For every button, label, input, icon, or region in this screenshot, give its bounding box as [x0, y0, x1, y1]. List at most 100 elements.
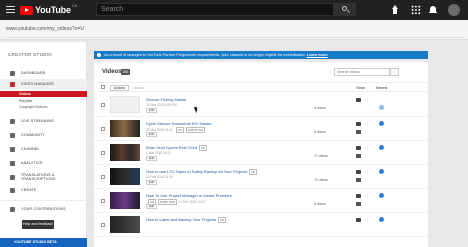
video-title[interactable]: Simcoe Fishing Master: [146, 97, 187, 102]
likes-icon: [356, 202, 361, 206]
avatar[interactable]: [448, 4, 460, 16]
edit-button[interactable]: Edit: [146, 180, 158, 185]
video-title-text[interactable]: How To Use Project Manager in Adobe Prem…: [146, 193, 232, 198]
row-checkbox[interactable]: [101, 223, 105, 227]
table-row[interactable]: Simcoe Fishing Master 23 Mar 2018 4:08 P…: [94, 94, 428, 117]
table-row[interactable]: How to use LTO Tapes to Safely Backup Al…: [94, 166, 428, 189]
sidebar-item-contributions[interactable]: YOUR CONTRIBUTIONS: [0, 204, 87, 214]
video-thumbnail[interactable]: [110, 144, 140, 161]
play-logo-icon: [20, 5, 33, 15]
sidebar-item-label: COMMUNITY: [21, 133, 45, 137]
row-checkbox[interactable]: [101, 127, 105, 131]
views-column-header[interactable]: Views: [356, 86, 365, 90]
row-checkbox[interactable]: [101, 199, 105, 203]
url-field[interactable]: www.youtube.com/my_videos?o=U: [6, 26, 84, 32]
sidebar-subitem-videos[interactable]: Videos: [0, 91, 87, 97]
video-title-text[interactable]: How to use LTO Tapes to Safely Backup Al…: [146, 169, 247, 174]
edit-button[interactable]: Edit: [146, 204, 158, 209]
sort-newest-dropdown[interactable]: Newest: [376, 86, 387, 90]
browser-address-bar: www.youtube.com/my_videos?o=U: [0, 20, 468, 40]
video-views: 6 views: [314, 130, 326, 134]
sidebar-item-channel[interactable]: CHANNEL: [0, 144, 87, 154]
likes-icon: [356, 130, 361, 134]
privacy-icon[interactable]: [379, 121, 384, 126]
sidebar-subitem-copyright[interactable]: Copyright Notices: [0, 104, 87, 110]
comments-icon: [356, 122, 361, 126]
sidebar-item-label: ANALYTICS: [21, 161, 43, 165]
actions-dropdown[interactable]: Actions: [110, 85, 130, 91]
sidebar-item-label: CHANNEL: [21, 147, 40, 151]
upload-icon[interactable]: [390, 5, 400, 15]
sidebar-item-label: YOUR CONTRIBUTIONS: [21, 207, 66, 211]
video-date: 23 Mar 2018 4:08 PM: [146, 103, 177, 107]
privacy-icon[interactable]: [379, 193, 384, 198]
video-thumbnail[interactable]: [110, 168, 140, 185]
privacy-icon[interactable]: [379, 145, 384, 150]
info-icon: [97, 53, 101, 57]
video-title[interactable]: How to Label and Backup Your Projects HD: [146, 217, 227, 223]
video-thumbnail[interactable]: [110, 192, 140, 209]
sidebar-item-translations[interactable]: TRANSLATIONS & TRANSCRIPTIONS: [0, 172, 87, 182]
video-thumbnail[interactable]: [110, 120, 140, 137]
video-title-text[interactable]: Brian Hunt Sports Reel 2018: [146, 145, 197, 150]
comments-icon: [356, 194, 361, 198]
subtitles-badge: SUBTITLES: [185, 127, 205, 133]
youtube-logo[interactable]: YouTube CA: [20, 3, 78, 16]
add-to-button[interactable]: Add to: [134, 86, 144, 90]
notifications-bell-icon[interactable]: [428, 5, 438, 15]
video-thumbnail[interactable]: [110, 96, 140, 113]
creator-studio-sidebar: CREATOR STUDIO DASHBOARD VIDEO MANAGER V…: [0, 42, 87, 247]
divider: [0, 200, 87, 201]
search-input[interactable]: Search: [96, 3, 334, 16]
studio-beta-link[interactable]: YOUTUBE STUDIO BETA: [0, 238, 87, 247]
likes-icon: [356, 178, 361, 182]
community-icon: [10, 132, 15, 138]
video-views: 6 views: [314, 202, 326, 206]
table-row[interactable]: Cycle Simcoe Horseshoe BIY Master 20 Mar…: [94, 118, 428, 141]
learn-more-link[interactable]: Learn more: [307, 53, 328, 57]
privacy-icon[interactable]: [379, 217, 384, 222]
table-row[interactable]: Brian Hunt Sports Reel 2018 HD 1 Mar 2018…: [94, 142, 428, 165]
banner-text: As a result of changes to YouTube Partne…: [104, 53, 306, 57]
list-toolbar: Actions Add to Views Newest: [94, 82, 428, 92]
logo-text: YouTube: [35, 5, 71, 15]
video-title-text[interactable]: How to Label and Backup Your Projects: [146, 217, 216, 222]
edit-button[interactable]: Edit: [146, 108, 158, 113]
hd-badge: HD: [218, 217, 227, 223]
video-title[interactable]: Cycle Simcoe Horseshoe BIY Master: [146, 121, 212, 126]
analytics-icon: [10, 160, 15, 166]
video-search-button[interactable]: [390, 68, 399, 76]
menu-icon[interactable]: [6, 6, 15, 13]
edit-button[interactable]: Edit: [146, 156, 158, 161]
apps-grid-icon[interactable]: [411, 5, 421, 15]
comments-icon: [356, 146, 361, 150]
table-row[interactable]: How To Use Project Manager in Adobe Prem…: [94, 190, 428, 213]
sidebar-item-dashboard[interactable]: DASHBOARD: [0, 68, 87, 78]
row-checkbox[interactable]: [101, 175, 105, 179]
search-icon: [342, 6, 347, 11]
sidebar-item-label: VIDEO MANAGER: [21, 82, 54, 86]
video-title-text[interactable]: Cycle Simcoe Horseshoe BIY Master: [146, 121, 212, 126]
sidebar-item-video-manager[interactable]: VIDEO MANAGER: [0, 79, 87, 89]
hd-badge: HD: [175, 127, 184, 133]
logo-region: CA: [71, 3, 78, 8]
row-checkbox[interactable]: [101, 103, 105, 107]
video-thumbnail[interactable]: [110, 216, 140, 233]
create-icon: [10, 187, 15, 193]
help-feedback-button[interactable]: Help and feedback: [22, 220, 54, 229]
sidebar-item-create[interactable]: CREATE: [0, 185, 87, 195]
privacy-icon[interactable]: [379, 169, 384, 174]
sidebar-item-analytics[interactable]: ANALYTICS: [0, 158, 87, 168]
video-search-input[interactable]: Search videos: [334, 68, 390, 76]
table-row[interactable]: How to Label and Backup Your Projects HD: [94, 214, 428, 237]
comments-icon: [356, 98, 361, 102]
select-all-checkbox[interactable]: [101, 85, 105, 89]
sidebar-item-community[interactable]: COMMUNITY: [0, 130, 87, 140]
comments-icon: [356, 218, 361, 222]
row-checkbox[interactable]: [101, 151, 105, 155]
search-button[interactable]: [334, 3, 356, 16]
edit-button[interactable]: Edit: [146, 132, 158, 137]
sidebar-item-live-streaming[interactable]: LIVE STREAMING: [0, 116, 87, 126]
privacy-icon[interactable]: [379, 105, 384, 110]
video-title[interactable]: How To Use Project Manager in Adobe Prem…: [146, 193, 232, 198]
